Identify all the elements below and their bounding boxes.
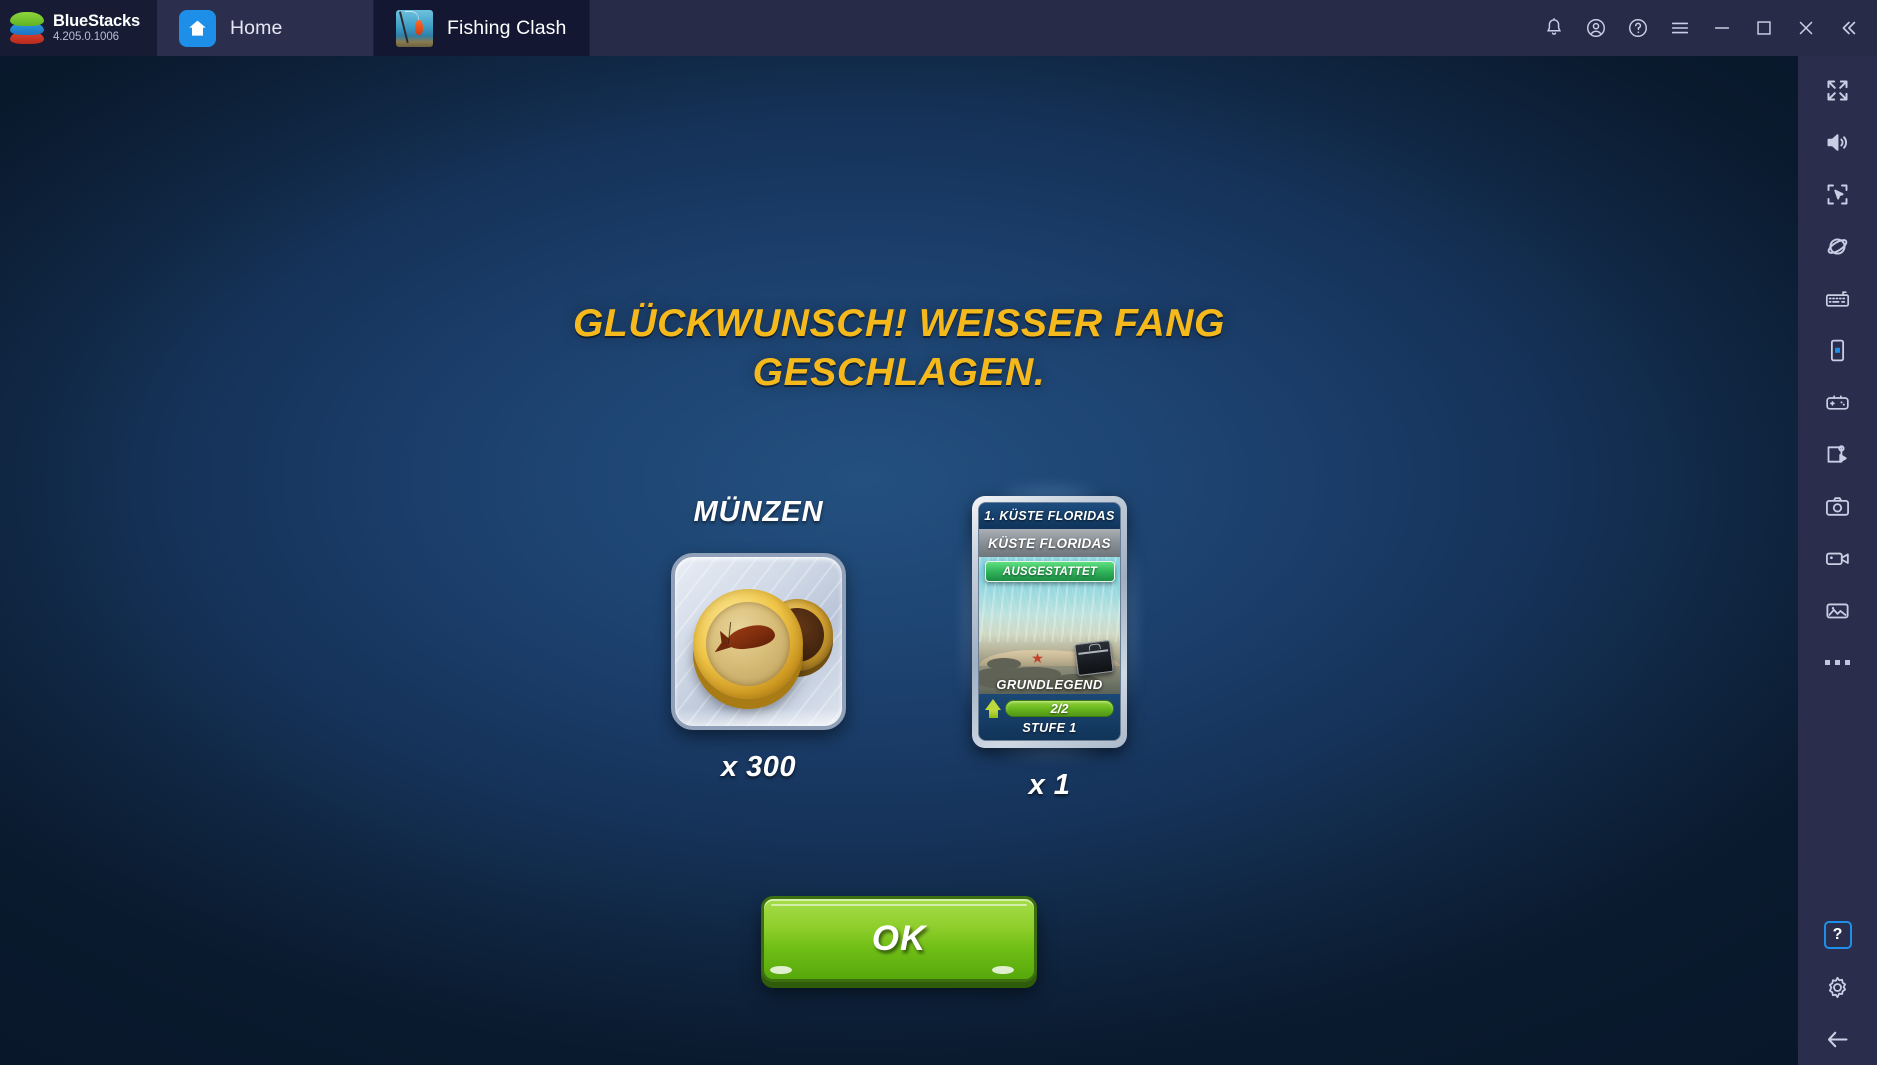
rewards-row: MÜNZEN x 300 1. KÜSTE FLORIDAS KÜSTE FLO… <box>0 484 1798 802</box>
card-tier-label: GRUNDLEGEND <box>996 677 1103 692</box>
screenshot-icon[interactable] <box>1798 480 1877 532</box>
multi-point-click-icon[interactable] <box>1798 168 1877 220</box>
card-progress-bar: 2/2 <box>1005 700 1114 717</box>
tab-strip: Home Fishing Clash <box>157 0 590 56</box>
media-manager-icon[interactable] <box>1798 584 1877 636</box>
brand-name: BlueStacks <box>53 12 140 31</box>
fishery-card[interactable]: 1. KÜSTE FLORIDAS KÜSTE FLORIDAS AUSGEST… <box>972 496 1127 748</box>
help-box-label: ? <box>1823 921 1852 949</box>
card-photo: AUSGESTATTET GRUNDLEGEND <box>979 557 1120 694</box>
window-actions <box>1533 0 1877 56</box>
ok-button-label: OK <box>871 919 927 958</box>
app-window: BlueStacks 4.205.0.1006 Home Fishing Cla… <box>0 0 1877 1065</box>
gamepad-icon[interactable] <box>1798 376 1877 428</box>
menu-icon[interactable] <box>1659 0 1701 56</box>
volume-icon[interactable] <box>1798 116 1877 168</box>
help-box-icon[interactable]: ? <box>1798 909 1877 961</box>
tab-fishing-clash-label: Fishing Clash <box>447 16 567 39</box>
keyboard-controls-icon[interactable] <box>1798 272 1877 324</box>
status-badge: AUSGESTATTET <box>985 561 1115 582</box>
reward-coins-quantity: x 300 <box>720 751 797 783</box>
reward-fishery-card: 1. KÜSTE FLORIDAS KÜSTE FLORIDAS AUSGEST… <box>960 484 1139 802</box>
eco-mode-icon[interactable] <box>1798 220 1877 272</box>
macro-recorder-icon[interactable] <box>1798 428 1877 480</box>
maximize-icon[interactable] <box>1743 0 1785 56</box>
home-icon <box>179 9 216 47</box>
title-bar: BlueStacks 4.205.0.1006 Home Fishing Cla… <box>0 0 1877 56</box>
settings-gear-icon[interactable] <box>1798 961 1877 1013</box>
bluestacks-sidebar: ? <box>1798 56 1877 1065</box>
card-rank-label: 1. KÜSTE FLORIDAS <box>979 503 1120 529</box>
fish-emblem-icon <box>717 622 779 654</box>
card-footer: 2/2 STUFE 1 <box>979 694 1120 740</box>
page-title: GLÜCKWUNSCH! WEISSER FANG GESCHLAGEN. <box>0 304 1798 392</box>
tab-home-label: Home <box>230 16 283 39</box>
tab-fishing-clash[interactable]: Fishing Clash <box>374 0 590 56</box>
record-video-icon[interactable] <box>1798 532 1877 584</box>
tab-home[interactable]: Home <box>157 0 374 56</box>
bluestacks-logo-icon <box>10 11 44 45</box>
rotate-screen-icon[interactable] <box>1798 324 1877 376</box>
reward-card-quantity: x 1 <box>1028 769 1071 801</box>
upgrade-arrow-icon <box>985 699 1002 718</box>
back-arrow-icon[interactable] <box>1798 1013 1877 1065</box>
reward-coins: MÜNZEN x 300 <box>671 496 846 784</box>
headline-line-2: GESCHLAGEN. <box>752 351 1046 394</box>
gold-coins-icon <box>671 553 846 730</box>
collapse-icon[interactable] <box>1827 0 1869 56</box>
tackle-box-icon <box>1074 639 1114 677</box>
game-canvas: GLÜCKWUNSCH! WEISSER FANG GESCHLAGEN. MÜ… <box>0 56 1798 1065</box>
brand-version: 4.205.0.1006 <box>53 30 119 43</box>
ok-button[interactable]: OK <box>761 896 1037 982</box>
fullscreen-icon[interactable] <box>1798 64 1877 116</box>
headline-line-1: GLÜCKWUNSCH! WEISSER FANG <box>573 302 1225 345</box>
help-icon[interactable] <box>1617 0 1659 56</box>
reward-coins-label: MÜNZEN <box>693 496 824 528</box>
close-icon[interactable] <box>1785 0 1827 56</box>
bluestacks-brand: BlueStacks 4.205.0.1006 <box>0 0 157 56</box>
card-level-label: STUFE 1 <box>1022 721 1077 735</box>
card-name-label: KÜSTE FLORIDAS <box>979 529 1120 557</box>
notifications-icon[interactable] <box>1533 0 1575 56</box>
ok-button-row: OK <box>0 896 1798 982</box>
card-progress-text: 2/2 <box>1050 701 1069 716</box>
more-options-icon[interactable] <box>1798 636 1877 688</box>
fishing-clash-icon <box>396 9 433 47</box>
account-icon[interactable] <box>1575 0 1617 56</box>
minimize-icon[interactable] <box>1701 0 1743 56</box>
